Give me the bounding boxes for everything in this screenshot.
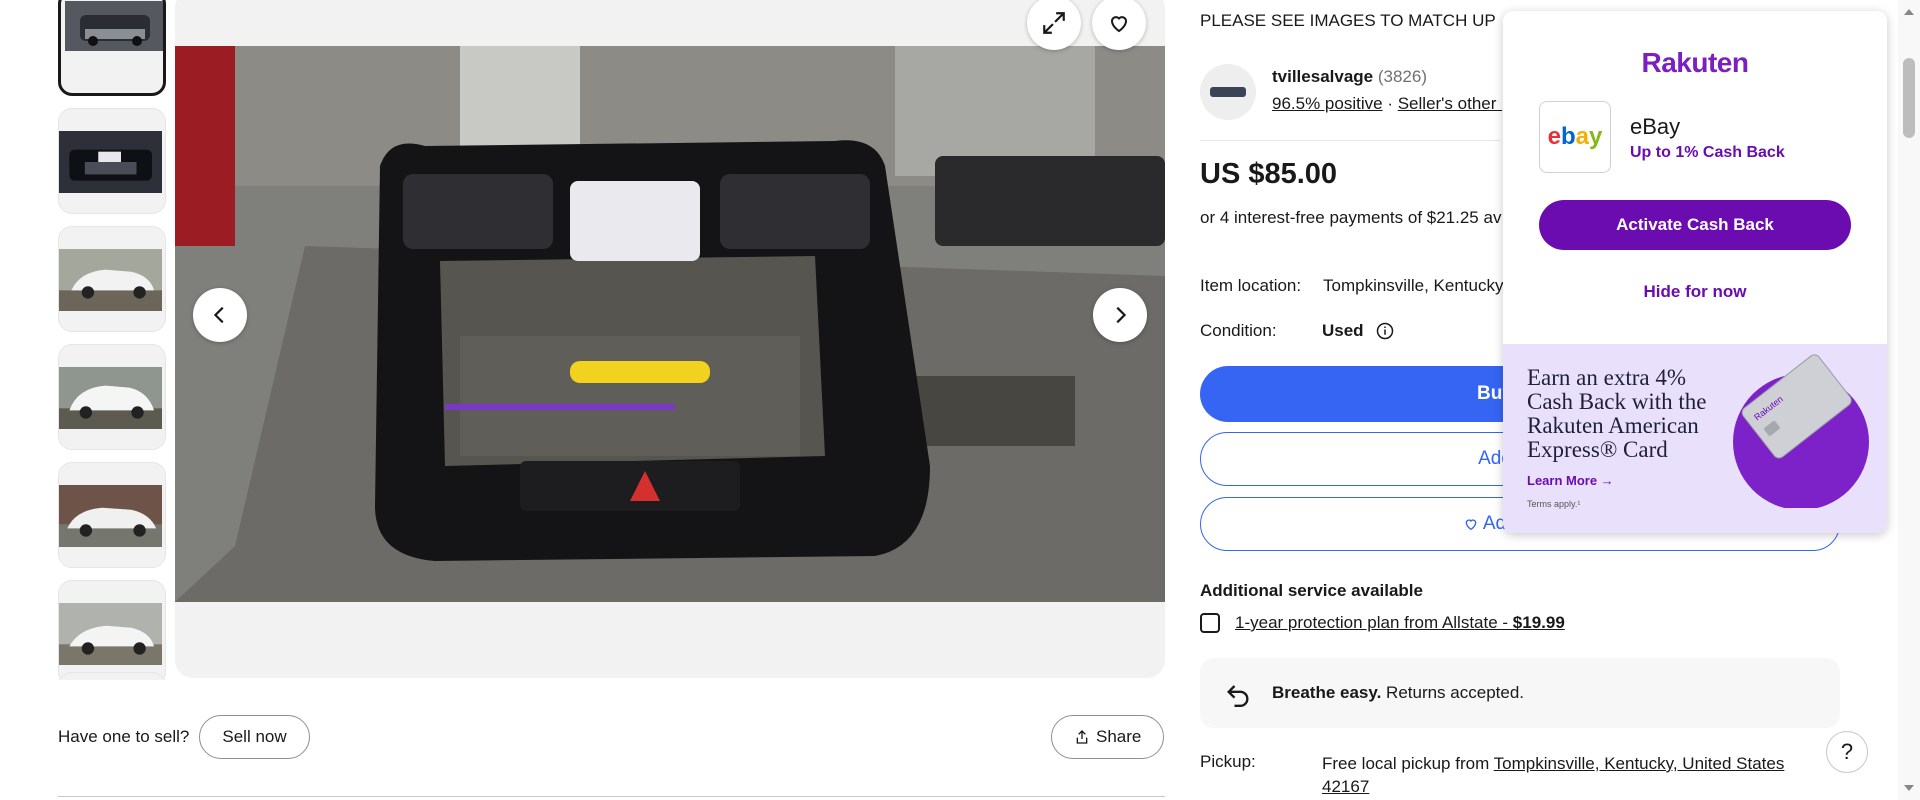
share-label: Share — [1096, 727, 1142, 746]
thumbnail-strip — [58, 0, 166, 680]
seller-links: 96.5% positive · Seller's other i — [1272, 94, 1502, 114]
seller-logo-icon — [1210, 87, 1246, 97]
protection-plan-checkbox[interactable] — [1200, 613, 1220, 633]
next-image-button[interactable] — [1093, 288, 1147, 342]
thumbnail-image — [59, 131, 163, 193]
sell-row: Have one to sell? Sell now — [58, 715, 310, 759]
rakuten-logo: Rakuten — [1641, 47, 1749, 78]
seller-feedback-count: (3826) — [1377, 67, 1427, 86]
expand-button[interactable] — [1027, 0, 1081, 50]
returns-text: Breathe easy. Returns accepted. — [1272, 683, 1525, 702]
pickup-label: Pickup: — [1200, 752, 1256, 771]
payments-text: or 4 interest-free payments of $21.25 av… — [1200, 208, 1502, 227]
thumbnail-1[interactable] — [58, 0, 166, 96]
store-name: eBay — [1630, 114, 1681, 139]
previous-image-button[interactable] — [193, 288, 247, 342]
seller-avatar[interactable] — [1200, 64, 1256, 120]
chevron-left-icon — [213, 306, 224, 324]
pickup-zip-link[interactable]: 42167 — [1322, 777, 1369, 796]
thumbnail-5[interactable] — [58, 462, 166, 568]
pickup-text: Free local pickup from Tompkinsville, Ke… — [1322, 754, 1785, 796]
terms-text: Terms apply.¹ — [1527, 499, 1581, 509]
seller-name[interactable]: tvillesalvage — [1272, 67, 1373, 86]
return-arrow-icon — [1227, 685, 1249, 707]
scrollbar-thumb[interactable] — [1903, 58, 1915, 138]
activate-cash-back-button[interactable]: Activate Cash Back — [1539, 200, 1851, 250]
seller-line: tvillesalvage (3826) — [1272, 67, 1427, 87]
pickup-location-link[interactable]: Tompkinsville, Kentucky, United States — [1494, 754, 1785, 773]
item-note: PLEASE SEE IMAGES TO MATCH UP — [1200, 11, 1496, 30]
condition-label: Condition: — [1200, 321, 1277, 340]
share-button[interactable]: Share — [1051, 715, 1165, 759]
rakuten-popup: Rakuten ebay eBay Up to 1% Cash Back Act… — [1503, 11, 1887, 533]
thumbnail-image — [59, 367, 163, 429]
seller-other-items-link[interactable]: Seller's other i — [1398, 94, 1502, 113]
divider — [1200, 140, 1500, 141]
sell-now-button[interactable]: Sell now — [199, 715, 310, 759]
seller-positive-link[interactable]: 96.5% positive — [1272, 94, 1383, 113]
promo-title: Earn an extra 4% Cash Back with the Raku… — [1527, 365, 1707, 462]
expand-icon — [1043, 12, 1065, 34]
location-label: Item location: — [1200, 276, 1302, 295]
cashback-rate: Up to 1% Cash Back — [1630, 144, 1785, 161]
location-value: Tompkinsville, Kentucky — [1323, 276, 1503, 295]
page-scrollbar[interactable] — [1898, 0, 1920, 800]
price: US $85.00 — [1200, 158, 1338, 190]
thumbnail-image — [59, 603, 163, 665]
rakuten-amex-promo[interactable]: Earn an extra 4% Cash Back with the Raku… — [1503, 344, 1887, 533]
condition-text: Used — [1322, 321, 1364, 340]
thumbnail-3[interactable] — [58, 226, 166, 332]
chevron-right-icon — [1116, 306, 1127, 324]
thumbnail-2[interactable] — [58, 108, 166, 214]
learn-more-link[interactable]: Learn More → — [1527, 473, 1614, 488]
thumbnail-4[interactable] — [58, 344, 166, 450]
sell-prompt: Have one to sell? — [58, 727, 190, 746]
favorite-button[interactable] — [1092, 0, 1146, 50]
thumbnail-6[interactable] — [58, 580, 166, 680]
protection-plan-link[interactable]: 1-year protection plan from Allstate - $… — [1235, 613, 1565, 633]
scroll-down-icon[interactable] — [1898, 780, 1920, 796]
condition-value: Used — [1322, 321, 1394, 341]
credit-card-image: Rakuten — [1733, 354, 1869, 508]
scroll-up-icon[interactable] — [1898, 4, 1920, 20]
returns-banner: Breathe easy. Returns accepted. — [1200, 658, 1840, 728]
divider — [58, 796, 1165, 797]
heart-icon — [1110, 16, 1128, 33]
thumbnail-7[interactable] — [58, 672, 166, 680]
main-image-gallery — [175, 0, 1165, 678]
protection-plan-row: 1-year protection plan from Allstate - $… — [1200, 613, 1565, 633]
share-icon — [1076, 730, 1088, 744]
thumbnail-image — [59, 249, 163, 311]
ebay-store-logo: ebay — [1539, 101, 1611, 173]
additional-service-heading: Additional service available — [1200, 581, 1423, 600]
separator: · — [1387, 94, 1393, 113]
main-product-image[interactable] — [175, 46, 1165, 602]
thumbnail-image — [59, 485, 163, 547]
thumbnail-image — [65, 1, 163, 51]
heart-icon — [1465, 519, 1477, 531]
help-button[interactable]: ? — [1826, 731, 1868, 773]
hide-for-now-button[interactable]: Hide for now — [1503, 282, 1887, 302]
info-icon[interactable] — [1376, 322, 1394, 340]
